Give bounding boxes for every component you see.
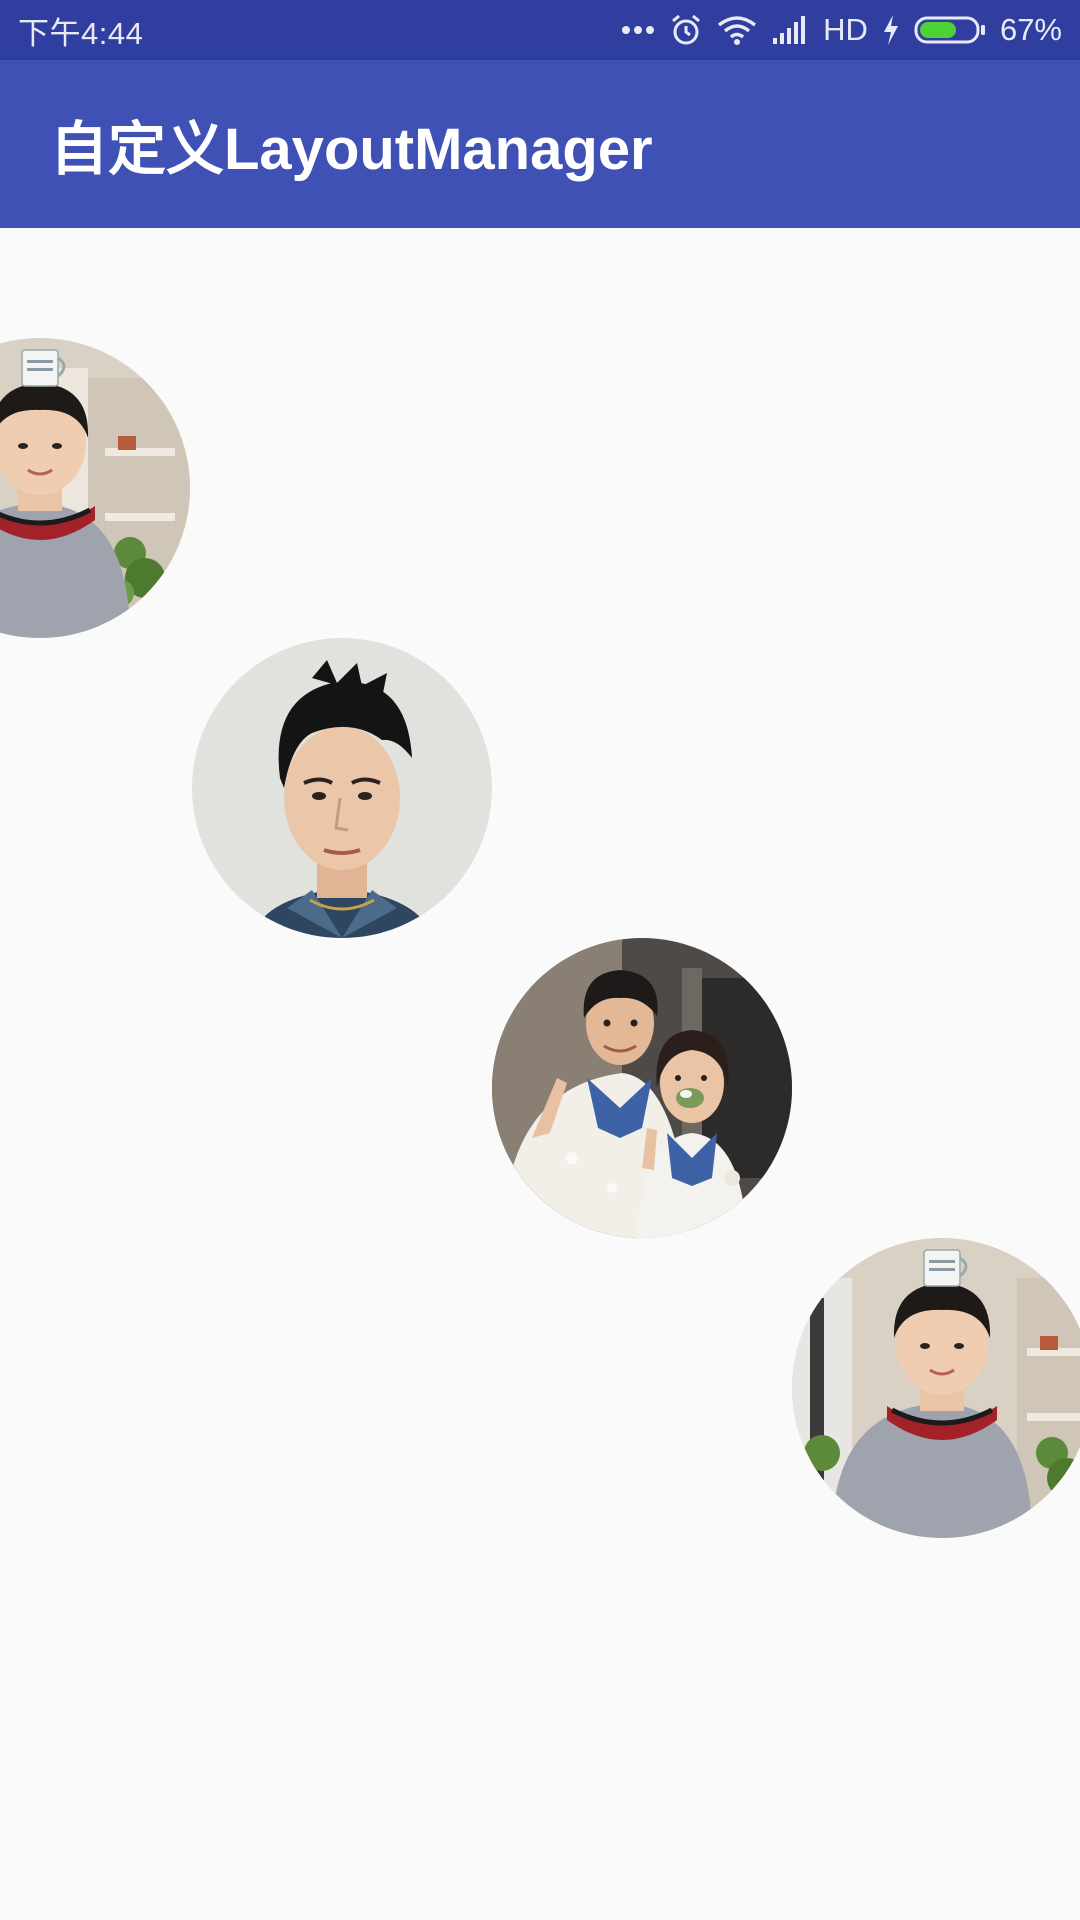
battery-icon [914, 15, 986, 45]
network-type-label: HD [823, 12, 868, 47]
boy-cup-on-head-photo [0, 338, 190, 638]
app-title: 自定义LayoutManager [50, 117, 653, 182]
status-icons: HD 67% [621, 12, 1062, 48]
list-item-avatar[interactable] [492, 938, 792, 1238]
recycler-view[interactable] [0, 228, 1080, 1920]
alarm-icon [669, 13, 703, 47]
couple-cake-photo [492, 938, 792, 1238]
list-item-avatar[interactable] [0, 338, 190, 638]
app-bar: 自定义LayoutManager [0, 60, 1080, 228]
list-item-avatar[interactable] [192, 638, 492, 938]
signal-icon [771, 16, 809, 44]
boy-cup-on-head-photo [792, 1238, 1080, 1538]
boy-portrait-photo [192, 638, 492, 938]
battery-percent: 67% [999, 12, 1062, 47]
status-bar: 下午4:44 HD 67% [0, 0, 1080, 60]
wifi-icon [717, 15, 757, 45]
list-item-avatar[interactable] [792, 1238, 1080, 1538]
status-time: 下午4:44 [18, 15, 144, 51]
more-dots-icon [621, 24, 655, 36]
charging-icon [882, 15, 900, 45]
